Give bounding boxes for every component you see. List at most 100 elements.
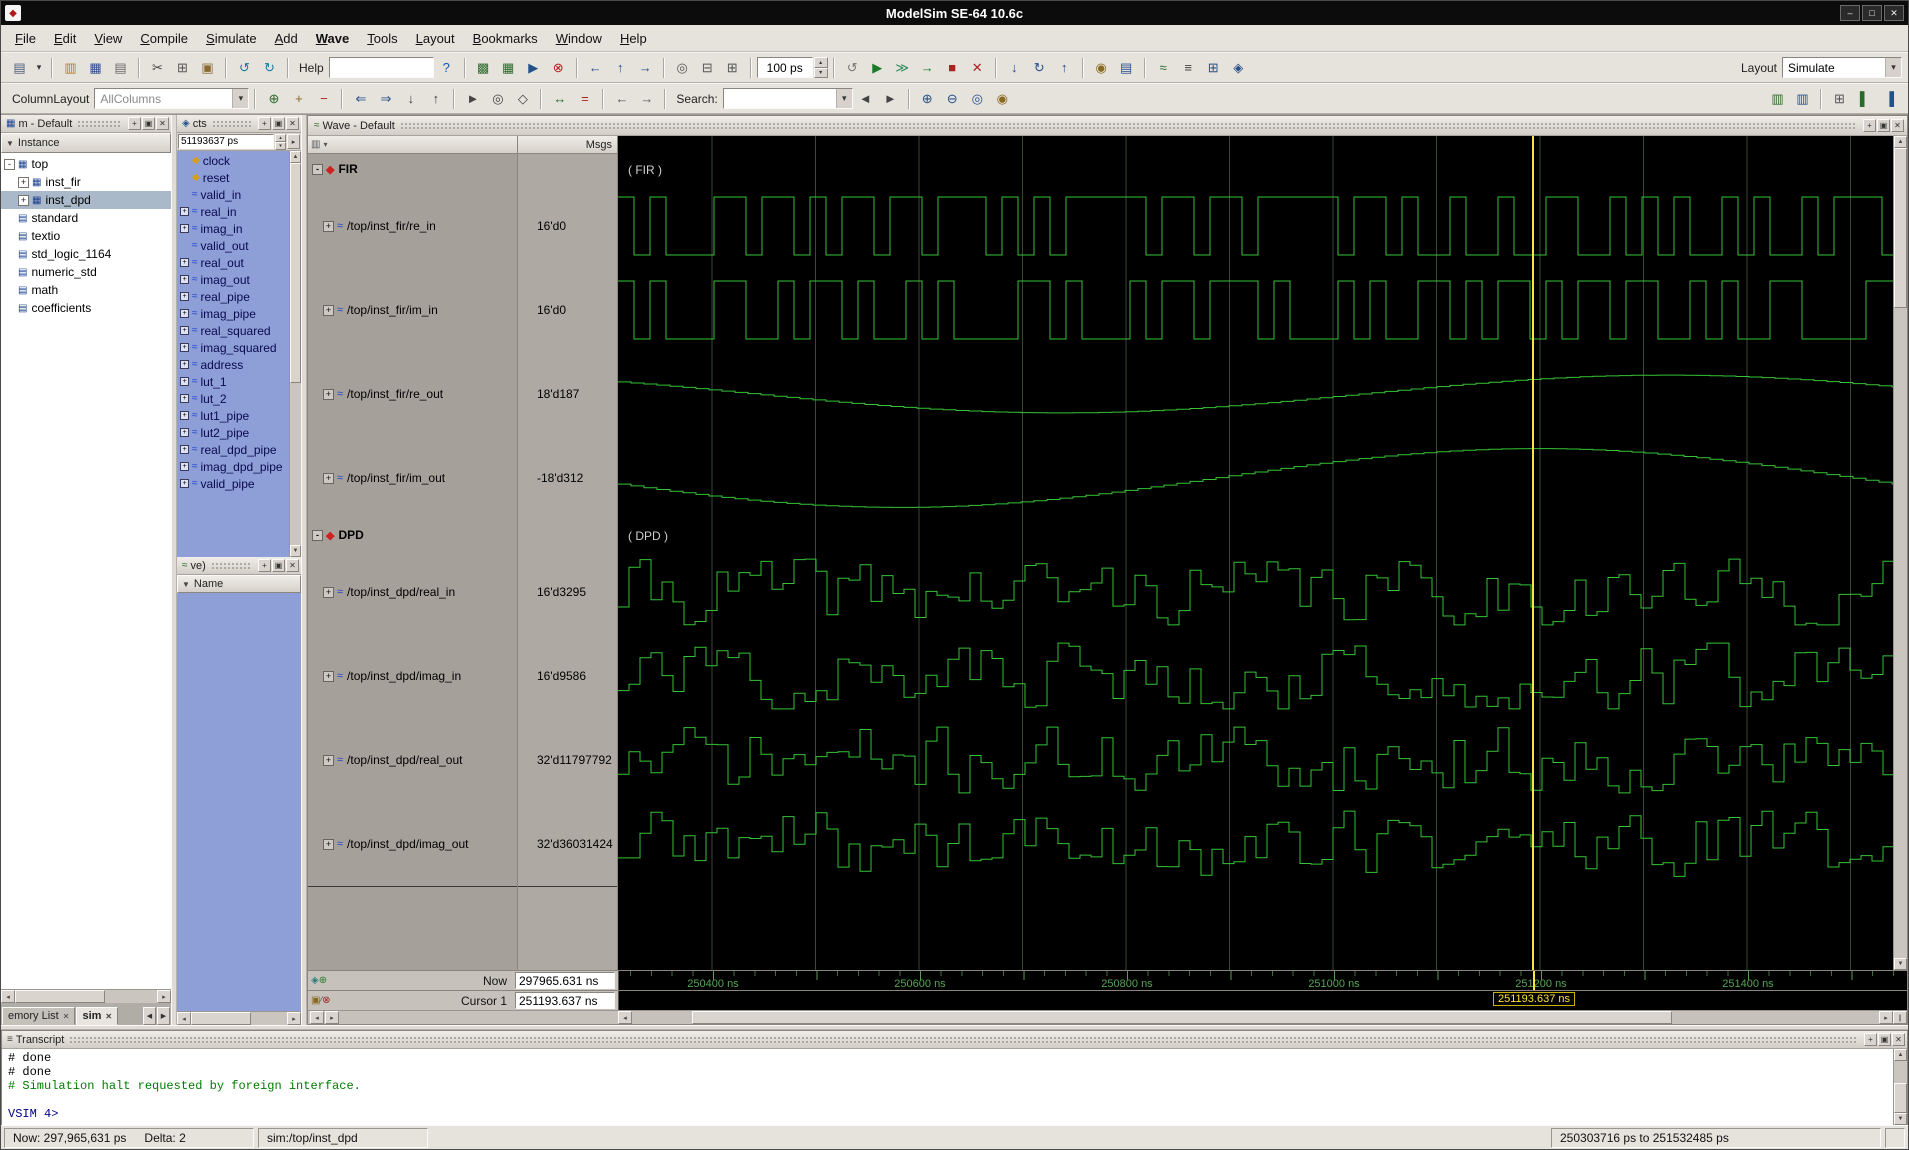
cursor-value[interactable]: 251193.637 ns <box>515 992 615 1009</box>
columnlayout-combo[interactable]: AllColumns ▾ <box>94 88 249 109</box>
step-into-icon[interactable]: ↓ <box>1003 56 1026 79</box>
objects-signal-row[interactable]: + ≈ lut2_pipe <box>177 424 289 441</box>
objects-signal-row[interactable]: + ≈ lut_1 <box>177 373 289 390</box>
objects-signal-row[interactable]: + ≈ imag_pipe <box>177 305 289 322</box>
scrollbar-thumb[interactable] <box>1894 148 1907 308</box>
performance-icon[interactable]: ◉ <box>1090 56 1113 79</box>
add-selected-icon[interactable]: ⊕ <box>262 87 285 110</box>
step-over-icon[interactable]: ↻ <box>1028 56 1051 79</box>
structure-hscrollbar[interactable]: ◂ ▸ <box>1 989 171 1003</box>
structure-panel-header[interactable]: ▦ m - Default +▣✕ <box>1 115 171 133</box>
tab-close-icon[interactable]: ✕ <box>63 1012 70 1021</box>
panel-close-icon[interactable]: ✕ <box>156 117 169 130</box>
scrollbar-thumb[interactable] <box>191 1012 251 1025</box>
wave-value-row[interactable] <box>518 154 617 184</box>
resize-grip-icon[interactable]: ∥ <box>1893 1011 1907 1024</box>
wave-expander-icon[interactable]: + <box>323 755 334 766</box>
panel-maximize-icon[interactable]: ▣ <box>1878 1033 1891 1046</box>
run-length-up-icon[interactable]: ▴ <box>814 57 828 68</box>
maximize-button[interactable]: □ <box>1862 5 1882 21</box>
search-combo[interactable]: ▾ <box>723 88 853 109</box>
find-icon[interactable]: ◎ <box>671 56 694 79</box>
menu-item[interactable]: Window <box>547 27 611 50</box>
menu-item[interactable]: Compile <box>131 27 197 50</box>
wave-value-row[interactable]: 16'd9586 <box>518 634 617 718</box>
cut-icon[interactable]: ✂ <box>146 56 169 79</box>
panel-undock-icon[interactable]: + <box>258 117 271 130</box>
tab-scroll-right-icon[interactable]: ▶ <box>157 1007 170 1025</box>
run-all-icon[interactable]: → <box>916 56 939 79</box>
waveform-canvas[interactable]: ( FIR )( DPD ) <box>618 136 1893 970</box>
scrollbar-thumb[interactable] <box>692 1011 1672 1024</box>
wave-vscrollbar[interactable]: ▲ ▼ <box>1893 136 1907 970</box>
instance-tree-row[interactable]: ▤ numeric_std <box>1 263 171 281</box>
status-grip-cell[interactable] <box>1885 1128 1905 1148</box>
scrollbar-thumb[interactable] <box>290 163 301 383</box>
instance-column-header[interactable]: ▼ Instance <box>1 133 171 153</box>
menu-item[interactable]: Bookmarks <box>464 27 547 50</box>
chevron-down-icon[interactable]: ▾ <box>836 89 852 108</box>
menu-item[interactable]: Simulate <box>197 27 266 50</box>
wave-group-dpd[interactable]: - ◆ DPD <box>308 520 517 550</box>
objects-signal-row[interactable]: ≈ valid_in <box>177 186 289 203</box>
panel-close-icon[interactable]: ✕ <box>1891 119 1904 132</box>
compile-all-icon[interactable]: ▦ <box>497 56 520 79</box>
wave-expander-icon[interactable]: + <box>323 305 334 316</box>
instance-tree-row[interactable]: ▤ math <box>1 281 171 299</box>
expand-icon[interactable]: ⊞ <box>721 56 744 79</box>
signal-expander-icon[interactable]: + <box>180 309 189 318</box>
undo-icon[interactable]: ↺ <box>233 56 256 79</box>
wave-row-re-out[interactable]: + ≈ /top/inst_fir/re_out <box>308 352 517 436</box>
tab-scroll-left-icon[interactable]: ◀ <box>143 1007 156 1025</box>
wave-row-imag-in[interactable]: + ≈ /top/inst_dpd/imag_in <box>308 634 517 718</box>
panel-undock-icon[interactable]: + <box>128 117 141 130</box>
menu-item[interactable]: Wave <box>307 27 359 50</box>
menu-item[interactable]: Help <box>611 27 656 50</box>
menu-item[interactable]: Add <box>266 27 307 50</box>
html-help-icon[interactable]: ? <box>435 56 458 79</box>
instance-tree-row[interactable]: ▤ textio <box>1 227 171 245</box>
timeline-ruler[interactable]: 250400 ns250600 ns250800 ns251000 ns2512… <box>618 971 1907 990</box>
redo-icon[interactable]: ↻ <box>258 56 281 79</box>
break-run-icon[interactable]: ■ <box>941 56 964 79</box>
wave-value-row[interactable]: 16'd0 <box>518 268 617 352</box>
panel-close-icon[interactable]: ✕ <box>286 117 299 130</box>
scroll-down-icon[interactable]: ▼ <box>1894 958 1907 970</box>
objects-signal-row[interactable]: + ≈ real_squared <box>177 322 289 339</box>
environment-back-icon[interactable]: ← <box>584 56 607 79</box>
menu-item[interactable]: View <box>85 27 131 50</box>
tree-expander-icon[interactable]: + <box>18 177 29 188</box>
wave-group-fir[interactable]: - ◆ FIR <box>308 154 517 184</box>
environment-up-icon[interactable]: ↑ <box>609 56 632 79</box>
instance-tree-row[interactable]: - ▦ top <box>1 155 171 173</box>
signal-expander-icon[interactable]: + <box>180 207 189 216</box>
new-document-icon[interactable]: ▤ <box>8 56 31 79</box>
panel-grip[interactable] <box>400 122 1857 130</box>
signal-expander-icon[interactable]: + <box>180 343 189 352</box>
wave-row-real-out[interactable]: + ≈ /top/inst_dpd/real_out <box>308 718 517 802</box>
scroll-right-icon[interactable]: ▸ <box>157 990 171 1003</box>
save-icon[interactable]: ▦ <box>84 56 107 79</box>
signal-expander-icon[interactable]: + <box>180 462 189 471</box>
signal-expander-icon[interactable]: + <box>180 377 189 386</box>
run-length-spinner[interactable]: 100 ps ▴ ▾ <box>757 57 828 78</box>
wave-row-im-in[interactable]: + ≈ /top/inst_fir/im_in <box>308 268 517 352</box>
grid-columns-icon[interactable]: ⊞ <box>1828 87 1851 110</box>
instance-tree-row[interactable]: ▤ coefficients <box>1 299 171 317</box>
compile-icon[interactable]: ▩ <box>472 56 495 79</box>
wave-value-row[interactable]: 18'd187 <box>518 352 617 436</box>
objects-signal-row[interactable]: + ≈ real_pipe <box>177 288 289 305</box>
run-length-value[interactable]: 100 ps <box>757 57 813 78</box>
objects-signal-row[interactable]: + ≈ imag_out <box>177 271 289 288</box>
objects-vscrollbar[interactable]: ▲ ▼ <box>289 151 301 557</box>
instance-tree-row[interactable]: + ▦ inst_fir <box>1 173 171 191</box>
wave-value-row[interactable] <box>518 520 617 550</box>
wave-value-column-header[interactable]: Msgs <box>518 136 617 154</box>
objects-panel-header[interactable]: ◈ cts +▣✕ <box>177 115 301 133</box>
signal-expander-icon[interactable]: + <box>180 258 189 267</box>
objects-time-spinner[interactable]: ▴ ▾ <box>275 134 286 149</box>
scroll-down-icon[interactable]: ▼ <box>1894 1113 1907 1125</box>
right-pane-icon[interactable]: ▐ <box>1878 87 1901 110</box>
scroll-right-icon[interactable]: ▸ <box>1879 1011 1893 1024</box>
panel-undock-icon[interactable]: + <box>258 559 271 572</box>
